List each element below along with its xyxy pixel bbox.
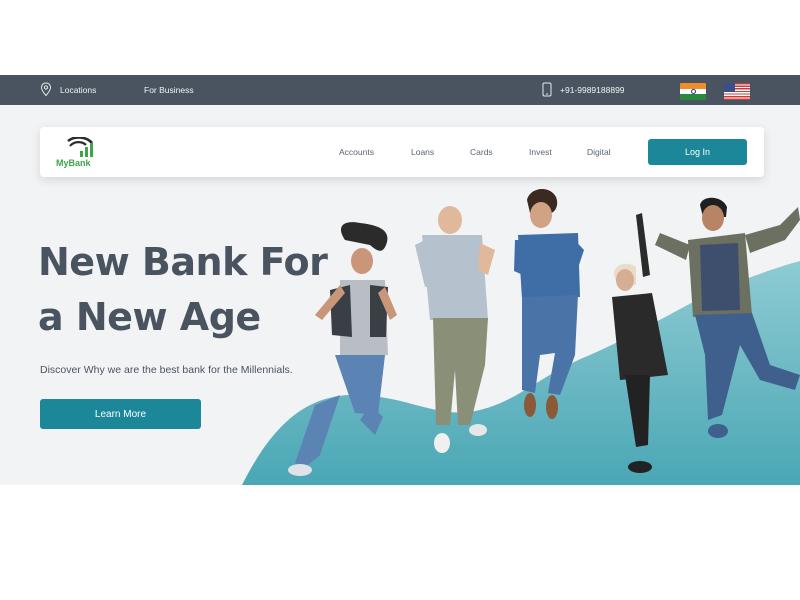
page-frame: Locations For Business +91-9989188899 My… bbox=[0, 75, 800, 485]
person-silhouette bbox=[415, 206, 495, 453]
brand-name: MyBank bbox=[56, 158, 91, 168]
nav-invest[interactable]: Invest bbox=[529, 127, 552, 177]
hero-title-line-1: New Bank For bbox=[38, 240, 328, 284]
person-silhouette bbox=[655, 197, 800, 438]
hero-title: New Bank For a New Age bbox=[38, 235, 338, 345]
learn-more-button[interactable]: Learn More bbox=[40, 399, 201, 429]
main-navbar: MyBank Accounts Loans Cards Invest Digit… bbox=[40, 127, 764, 177]
login-button[interactable]: Log In bbox=[648, 139, 747, 165]
nav-cards[interactable]: Cards bbox=[470, 127, 493, 177]
hero-subtitle: Discover Why we are the best bank for th… bbox=[40, 364, 293, 376]
nav-digital[interactable]: Digital bbox=[587, 127, 611, 177]
nav-loans[interactable]: Loans bbox=[411, 127, 434, 177]
person-silhouette bbox=[514, 189, 584, 419]
nav-accounts[interactable]: Accounts bbox=[339, 127, 374, 177]
person-silhouette bbox=[612, 213, 668, 473]
hero-title-line-2: a New Age bbox=[38, 295, 261, 339]
